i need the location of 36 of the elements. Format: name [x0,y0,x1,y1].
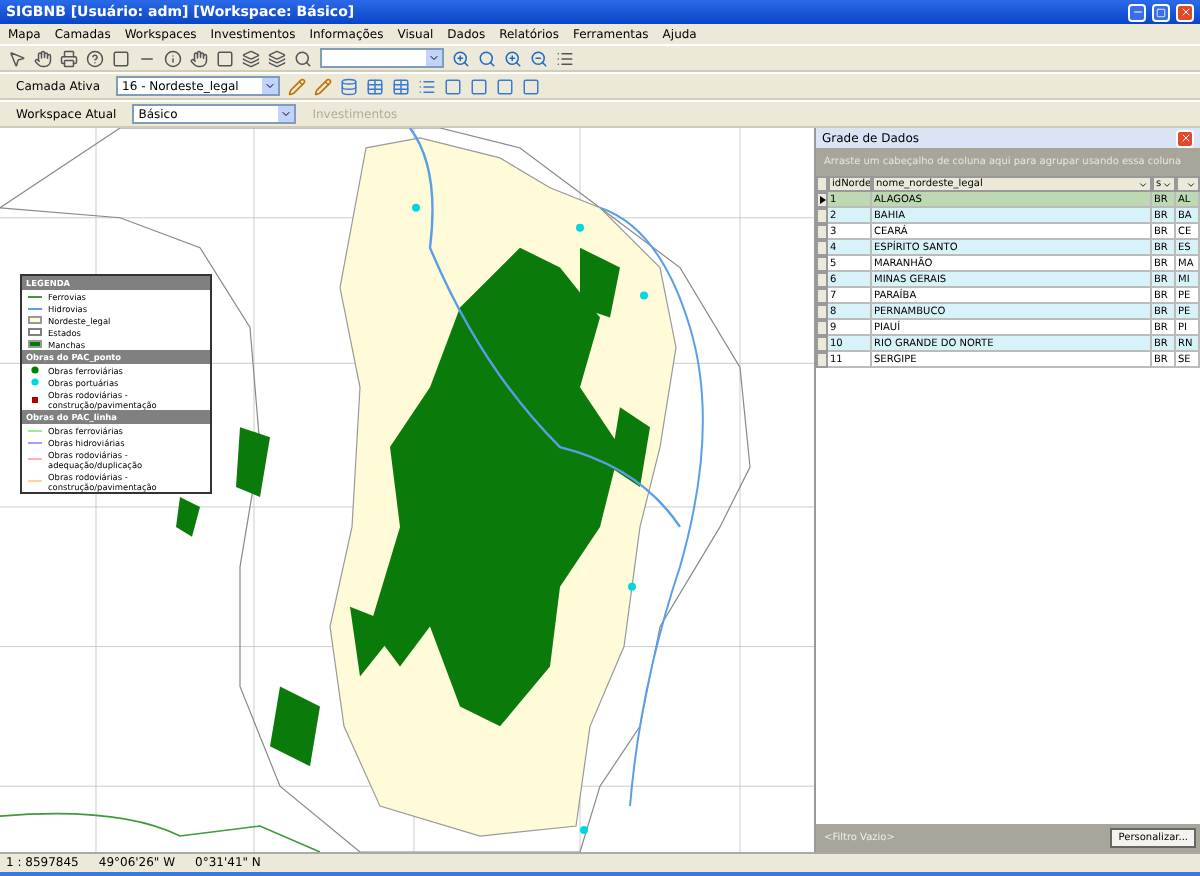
info-icon[interactable] [164,49,182,67]
close-button[interactable] [1176,3,1194,21]
square-icon[interactable] [216,49,234,67]
zoom-out-icon[interactable] [530,49,548,67]
minimize-button[interactable] [1128,3,1146,21]
close-button[interactable] [1176,129,1194,147]
list-icon[interactable] [556,49,574,67]
help-icon[interactable] [86,49,104,67]
search-icon[interactable] [478,49,496,67]
zoom-in-icon[interactable] [504,49,522,67]
layers-icon[interactable] [242,49,260,67]
minimize-icon [1131,6,1143,18]
table-icon[interactable] [366,77,385,95]
filter-dropdown-icon[interactable] [1186,179,1196,189]
dropdown-arrow-icon[interactable] [262,78,279,94]
close-icon [1179,132,1191,144]
maximize-button[interactable] [1152,3,1170,21]
table-icon[interactable] [392,77,411,95]
maximize-icon [1156,7,1166,17]
database-icon[interactable] [340,77,359,95]
hand-icon[interactable] [190,49,208,67]
list-icon[interactable] [418,77,437,95]
dropdown-arrow-icon[interactable] [426,50,442,66]
pointer-icon[interactable] [8,49,26,67]
hand-icon[interactable] [34,49,52,67]
square-icon[interactable] [112,49,130,67]
row-header[interactable] [816,192,828,208]
pencil-icon[interactable] [288,77,307,95]
filter-dropdown-icon[interactable] [1162,179,1172,189]
layers-icon[interactable] [268,49,286,67]
dropdown-arrow-icon[interactable] [278,106,295,122]
close-icon [1179,6,1191,18]
printer-icon[interactable] [60,49,78,67]
filter-dropdown-icon[interactable] [1138,179,1148,189]
zoom-in-icon[interactable] [452,49,470,67]
scale-field[interactable] [320,48,444,68]
